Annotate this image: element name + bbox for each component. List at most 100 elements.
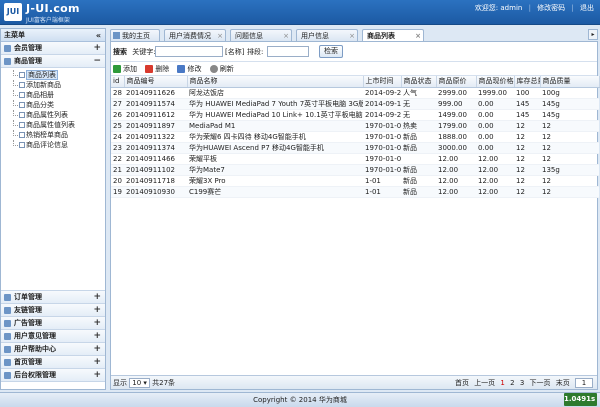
tab-user-info[interactable]: 用户信息 × — [296, 29, 358, 41]
next-page-link[interactable]: 下一页 — [530, 379, 551, 387]
table-cell: 27 — [111, 98, 124, 110]
column-header[interactable]: id — [111, 76, 125, 88]
table-cell: 新品 — [401, 164, 436, 176]
table-row[interactable]: 2120140911102华为Mate71970-01-01新品12.0012.… — [111, 164, 599, 176]
sidebar-item-goods-category[interactable]: 商品分类 — [11, 100, 105, 110]
column-header[interactable]: 商品名称 — [187, 76, 364, 88]
sidebar-item-add-goods[interactable]: 添加新商品 — [11, 80, 105, 90]
logout-link[interactable]: 退出 — [580, 4, 594, 12]
expand-icon[interactable]: + — [93, 304, 101, 317]
table-cell: 新品 — [401, 186, 436, 198]
sidebar-group-goods[interactable]: 商品管理 − — [1, 55, 105, 68]
column-header[interactable]: 商品质量 — [540, 76, 600, 88]
page-link-1[interactable]: 1 — [500, 379, 504, 387]
page-size-select[interactable]: 10 ▾ — [129, 378, 150, 388]
sidebar-item-goods-list[interactable]: 商品列表 — [11, 70, 105, 80]
sidebar-group-permissions[interactable]: 后台权限管理 + — [1, 369, 105, 382]
page-icon — [19, 72, 25, 78]
table-row[interactable]: 2220140911466荣耀平板1970-01-0112.0012.00121… — [111, 153, 599, 165]
collapse-icon[interactable]: − — [93, 55, 101, 68]
table-cell: 荣耀3X Pro — [187, 175, 363, 187]
page-link-3[interactable]: 3 — [520, 379, 524, 387]
table-cell: 荣耀平板 — [187, 153, 363, 165]
table-row[interactable]: 2820140911626阿龙达饭店2014-09-25人气2999.00199… — [111, 87, 599, 99]
jump-page-input[interactable]: 1 — [575, 378, 593, 388]
folder-icon — [4, 45, 11, 52]
tab-user-consumption[interactable]: 用户消费情况 × — [164, 29, 226, 41]
sidebar-group-order[interactable]: 订单管理 + — [1, 291, 105, 304]
table-cell: 20140910930 — [124, 186, 187, 198]
keyword-input[interactable] — [155, 46, 223, 57]
expand-icon[interactable]: + — [93, 317, 101, 330]
tab-home[interactable]: 我的主页 — [110, 29, 160, 41]
last-page-link[interactable]: 末页 — [556, 379, 570, 387]
sidebar-group-member[interactable]: 会员管理 + — [1, 42, 105, 55]
expand-icon[interactable]: + — [93, 42, 101, 55]
expand-icon[interactable]: + — [93, 356, 101, 369]
toolbar: 添加 删除 修改 刷新 — [111, 62, 597, 76]
table-cell: 12 — [540, 186, 599, 198]
table-cell: 2999.00 — [436, 87, 476, 99]
expand-icon[interactable]: + — [93, 343, 101, 356]
table-row[interactable]: 23 20140911374 华为HUAWEI Ascend P7 移动4G智能手机… — [111, 142, 599, 154]
column-header[interactable]: 商品现价格 — [476, 76, 515, 88]
collapse-sidebar-icon[interactable]: « — [96, 29, 101, 42]
edit-button[interactable]: 修改 — [177, 62, 201, 76]
table-cell: 145g — [540, 109, 599, 121]
sidebar-item-goods-album[interactable]: 商品相册 — [11, 90, 105, 100]
table-cell: 1999.00 — [476, 87, 514, 99]
table-cell: 999.00 — [436, 98, 476, 110]
table-cell: 20140911102 — [124, 164, 187, 176]
sidebar-group-ads[interactable]: 广告管理 + — [1, 317, 105, 330]
sidebar-item-attr-value-list[interactable]: 商品属性值列表 — [11, 120, 105, 130]
expand-icon[interactable]: + — [93, 330, 101, 343]
sort-input[interactable] — [267, 46, 309, 57]
column-header[interactable]: 库存总量 — [514, 76, 541, 88]
table-cell: 145g — [540, 98, 599, 110]
table-row[interactable]: 24 20140911322 华为荣耀6 四卡四待 移动4G智能手机 1970-01-… — [111, 131, 599, 143]
column-header[interactable]: 商品状态 — [401, 76, 437, 88]
table-cell: 12.00 — [436, 186, 476, 198]
page-icon — [19, 112, 25, 118]
refresh-button[interactable]: 刷新 — [209, 62, 234, 76]
delete-button[interactable]: 删除 — [145, 62, 169, 76]
table-row[interactable]: 19 20140910930 C199赛芒 1-01 新品 12.00 12.00 12 12 — [111, 186, 599, 198]
expand-icon[interactable]: + — [93, 369, 101, 382]
sidebar-group-help[interactable]: 用户帮助中心 + — [1, 343, 105, 356]
table-cell: 1888.00 — [436, 131, 476, 143]
first-page-link[interactable]: 首页 — [455, 379, 469, 387]
tab-questions[interactable]: 问题信息 × — [230, 29, 292, 41]
copyright-text: Copyright © 2014 华为商城 — [253, 396, 347, 404]
sidebar-group-feedback[interactable]: 用户意见管理 + — [1, 330, 105, 343]
search-button[interactable]: 检索 — [319, 45, 343, 58]
table-row[interactable]: 20 20140911718 荣耀3X Pro 1-01 新品 12.00 12.00 12 1… — [111, 175, 599, 187]
add-button[interactable]: 添加 — [113, 62, 137, 76]
sidebar-item-goods-comments[interactable]: 商品评论信息 — [11, 140, 105, 150]
column-header[interactable]: 商品编号 — [124, 76, 188, 88]
logo: JUI — [4, 3, 22, 21]
folder-icon — [4, 320, 11, 327]
prev-page-link[interactable]: 上一页 — [474, 379, 495, 387]
table-cell: 135g — [540, 164, 599, 176]
sidebar-item-attr-list[interactable]: 商品属性列表 — [11, 110, 105, 120]
sidebar-group-home[interactable]: 首页管理 + — [1, 356, 105, 369]
sidebar-group-links[interactable]: 友链管理 + — [1, 304, 105, 317]
table-cell: 22 — [111, 153, 124, 165]
column-header[interactable]: 上市时间 — [363, 76, 402, 88]
table-row[interactable]: 27 20140911574 华为 HUAWEI MediaPad 7 Youth … — [111, 98, 599, 110]
sort-label: 排段: — [247, 48, 264, 56]
page-icon — [19, 102, 25, 108]
expand-icon[interactable]: + — [93, 291, 101, 304]
change-password-link[interactable]: 修改密码 — [537, 4, 565, 12]
table-cell: 2014-09-24 — [363, 109, 401, 121]
tab-scroll-right-icon[interactable]: ▸ — [588, 29, 598, 40]
sidebar-item-hot-goods[interactable]: 热销榜单商品 — [11, 130, 105, 140]
column-header[interactable]: 商品原价 — [436, 76, 477, 88]
table-cell: 1970-01-01 — [363, 131, 401, 143]
table-row[interactable]: 2520140911897MediaPad M11970-01-01热卖1799… — [111, 120, 599, 132]
tab-goods-list[interactable]: 商品列表 × — [362, 29, 424, 41]
table-row[interactable]: 26 20140911612 华为 HUAWEI MediaPad 10 Link+… — [111, 109, 599, 121]
page-link-2[interactable]: 2 — [510, 379, 514, 387]
table-cell: 新品 — [401, 131, 436, 143]
table-cell: 12 — [514, 153, 540, 165]
